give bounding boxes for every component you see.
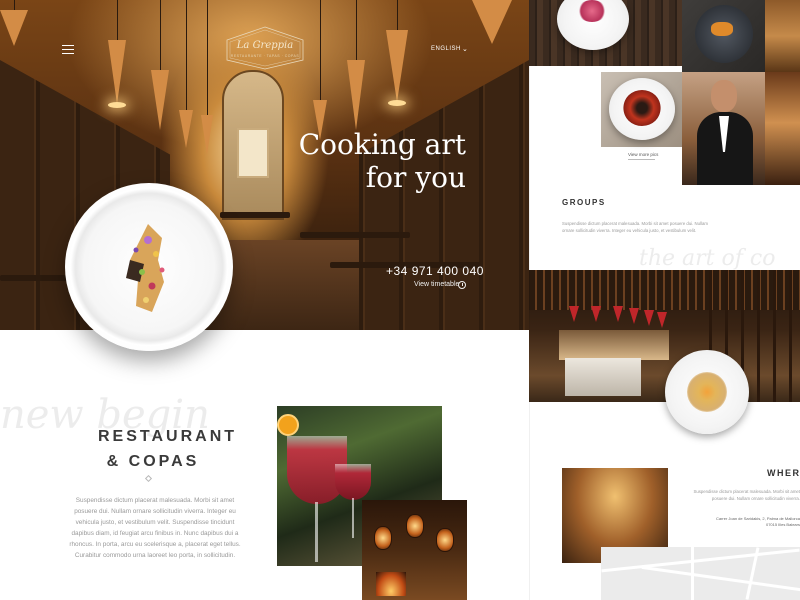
lamp-glow xyxy=(108,102,126,108)
lantern xyxy=(374,526,392,550)
wood-slat xyxy=(789,270,792,402)
pendant-lamp xyxy=(386,30,408,102)
where-description: Suspendisse dictum placerat malesuada. M… xyxy=(693,489,800,501)
view-timetable-link[interactable]: View timetable xyxy=(414,281,459,288)
buffet-counter xyxy=(565,358,641,396)
kitchen-photo xyxy=(765,72,800,185)
restaurant-heading-line: & COPAS xyxy=(106,453,200,470)
dining-table xyxy=(300,232,410,238)
groups-description: Suspendisse dictum placerat malesuada. M… xyxy=(562,221,708,233)
dining-table xyxy=(220,212,290,218)
logo-tagline: RESTAURANTE · TAPAS · COPAS xyxy=(230,54,300,58)
phone-number[interactable]: +34 971 400 040 xyxy=(386,264,484,278)
dish-food xyxy=(711,22,733,36)
pendant-lamp xyxy=(613,306,623,322)
hero-window xyxy=(237,128,269,178)
wood-slat xyxy=(757,270,760,402)
pendant-lamp xyxy=(569,306,579,322)
map-road xyxy=(641,565,800,592)
hero-title-line: Cooking art xyxy=(298,128,466,161)
restaurant-heading-line: RESTAURANT xyxy=(98,428,238,445)
dessert-food xyxy=(577,0,607,22)
address-line: 07015 Illes Balears xyxy=(765,522,800,527)
pendant-lamp xyxy=(201,115,213,155)
wine-glass xyxy=(335,464,371,500)
dining-table xyxy=(0,275,70,281)
pendant-lamp xyxy=(0,10,28,46)
risotto xyxy=(687,372,727,412)
watermark-script: the art of co xyxy=(639,246,776,271)
pendant-lamp xyxy=(644,310,654,326)
pendant-lamp xyxy=(108,40,126,104)
lantern xyxy=(406,514,424,538)
language-selector[interactable]: ENGLISH xyxy=(431,46,461,52)
diamond-divider xyxy=(144,474,153,483)
buffet-photo xyxy=(529,270,800,402)
lantern xyxy=(436,528,454,552)
chevron-down-icon[interactable]: ⌄ xyxy=(462,45,468,53)
restaurant-description: Suspendisse dictum placerat malesuada. M… xyxy=(69,497,241,559)
pendant-lamp xyxy=(347,60,365,130)
pendant-lamp xyxy=(629,308,639,324)
pendant-lamp xyxy=(657,312,667,328)
lamp-glow xyxy=(388,100,406,106)
pendant-lamp xyxy=(151,70,169,130)
wood-slat xyxy=(773,270,776,402)
map-road xyxy=(601,548,800,573)
groups-heading: GROUPS xyxy=(562,198,606,207)
home-page-mockup: La Greppia RESTAURANTE · TAPAS · COPAS E… xyxy=(0,0,529,600)
hamburger-icon[interactable] xyxy=(62,45,74,54)
dish-food-image xyxy=(126,224,165,312)
restaurant-heading: RESTAURANT & COPAS xyxy=(98,424,238,474)
location-map[interactable] xyxy=(601,547,800,600)
page-divider xyxy=(529,0,530,600)
view-more-pics-link[interactable]: View more pics xyxy=(628,152,658,157)
where-heading: WHERE xyxy=(767,468,800,478)
address: Carrer Joan de Saridakis, 2, Palma de Ma… xyxy=(681,516,800,528)
soup xyxy=(623,90,661,126)
pendant-lamp xyxy=(591,306,601,322)
interior-photo xyxy=(765,0,800,72)
chef-head xyxy=(711,80,737,112)
orange-slice xyxy=(277,414,299,436)
inner-page-mockup: View more pics GROUPS Suspendisse dictum… xyxy=(529,0,800,600)
lanterns-photo xyxy=(362,500,467,600)
clock-icon[interactable] xyxy=(458,281,466,289)
hero-title: Cooking art for you xyxy=(290,128,466,194)
hero-wall-right xyxy=(359,60,529,330)
link-underline xyxy=(628,159,655,160)
buffet-display xyxy=(559,330,669,360)
logo-name: La Greppia xyxy=(236,40,294,51)
map-road xyxy=(691,547,694,600)
hero-title-line: for you xyxy=(365,161,466,194)
pendant-lamp xyxy=(179,110,193,148)
fireplace xyxy=(376,572,406,596)
pendant-lamp xyxy=(472,0,512,44)
